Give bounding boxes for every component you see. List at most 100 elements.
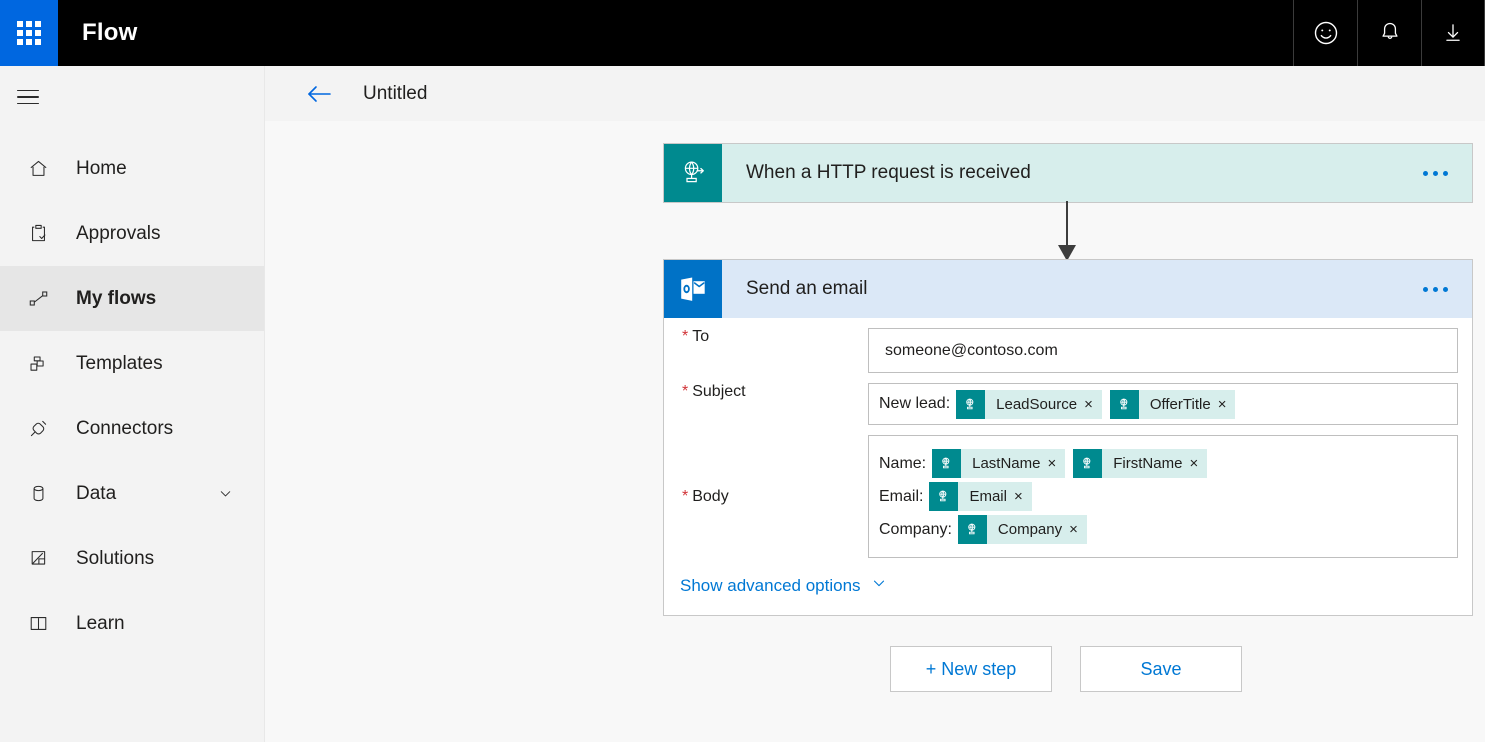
download-icon (1440, 20, 1466, 46)
flow-designer-canvas: When a HTTP request is received (265, 121, 1485, 742)
subject-label-text: Subject (692, 383, 745, 401)
designer-footer-buttons: + New step Save (890, 646, 1242, 692)
top-app-bar: Flow (0, 0, 1485, 66)
sidebar-item-my-flows[interactable]: My flows (0, 266, 264, 331)
hamburger-icon (17, 85, 39, 110)
subject-prefix-text: New lead: (879, 395, 950, 413)
sidebar-item-label: Home (60, 158, 127, 180)
new-step-button[interactable]: + New step (890, 646, 1052, 692)
token-remove-icon[interactable]: × (1218, 396, 1236, 413)
home-icon (16, 157, 60, 180)
action-card-title: Send an email (722, 260, 1423, 318)
trigger-card[interactable]: When a HTTP request is received (663, 143, 1473, 203)
action-card[interactable]: Send an email * To someone@contoso.com (663, 259, 1473, 616)
body-field-label: * Body (678, 488, 868, 506)
field-row-body: * Body Name: L (664, 435, 1472, 558)
connector-plug-icon (16, 417, 60, 440)
solutions-icon (16, 547, 60, 570)
token-remove-icon[interactable]: × (1014, 488, 1032, 505)
sidebar-item-data[interactable]: Data (0, 461, 264, 526)
token-label: OfferTitle (1139, 396, 1218, 413)
dynamic-content-token[interactable]: LastName × (932, 449, 1065, 478)
appbar-spacer (137, 0, 1293, 66)
body-input[interactable]: Name: LastName × (868, 435, 1458, 558)
sidebar-item-solutions[interactable]: Solutions (0, 526, 264, 591)
sidebar-item-label: Approvals (60, 223, 161, 245)
required-marker: * (682, 489, 688, 505)
token-label: FirstName (1102, 455, 1189, 472)
sidebar-item-approvals[interactable]: Approvals (0, 201, 264, 266)
body-line: Email: Email × (879, 482, 1447, 511)
token-label: Email (958, 488, 1014, 505)
outlook-icon (664, 260, 722, 318)
flow-connector-arrow (1066, 201, 1068, 265)
book-icon (16, 612, 60, 635)
trigger-card-title: When a HTTP request is received (722, 144, 1423, 202)
notifications-button[interactable] (1357, 0, 1421, 66)
sidebar-item-label: Connectors (60, 418, 173, 440)
chevron-down-icon[interactable] (217, 485, 234, 502)
action-card-header[interactable]: Send an email (664, 260, 1472, 318)
http-token-icon (932, 449, 961, 478)
token-label: Company (987, 521, 1069, 538)
sidebar-item-label: Data (60, 483, 116, 505)
trigger-card-header[interactable]: When a HTTP request is received (664, 144, 1472, 202)
sidebar-item-learn[interactable]: Learn (0, 591, 264, 656)
hamburger-menu-button[interactable] (0, 66, 56, 128)
trigger-card-ellipsis-icon[interactable] (1423, 144, 1472, 202)
body-line-prefix: Company: (879, 521, 952, 539)
command-bar: Untitled (265, 66, 1485, 121)
subject-field-label: * Subject (678, 383, 868, 401)
templates-icon (16, 352, 60, 375)
action-card-body: * To someone@contoso.com * Subject New l… (664, 328, 1472, 615)
flow-name-title: Untitled (363, 83, 427, 105)
app-launcher-button[interactable] (0, 0, 58, 66)
database-icon (16, 482, 60, 505)
app-title: Flow (58, 0, 137, 66)
show-advanced-options-link[interactable]: Show advanced options (664, 558, 1472, 601)
sidebar-item-connectors[interactable]: Connectors (0, 396, 264, 461)
dynamic-content-token[interactable]: FirstName × (1073, 449, 1207, 478)
download-button[interactable] (1421, 0, 1485, 66)
sidebar-item-label: Templates (60, 353, 163, 375)
to-input[interactable]: someone@contoso.com (868, 328, 1458, 373)
feedback-smiley-icon (1312, 19, 1340, 47)
dynamic-content-token[interactable]: LeadSource × (956, 390, 1102, 419)
token-label: LeadSource (985, 396, 1084, 413)
feedback-button[interactable] (1293, 0, 1357, 66)
sidebar-item-label: Solutions (60, 548, 154, 570)
dynamic-content-token[interactable]: Email × (929, 482, 1031, 511)
dynamic-content-token[interactable]: OfferTitle × (1110, 390, 1236, 419)
to-label-text: To (692, 328, 709, 346)
http-token-icon (1110, 390, 1139, 419)
action-card-ellipsis-icon[interactable] (1423, 260, 1472, 318)
dynamic-content-token[interactable]: Company × (958, 515, 1087, 544)
field-row-subject: * Subject New lead: (664, 383, 1472, 425)
token-label: LastName (961, 455, 1047, 472)
http-request-icon (664, 144, 722, 202)
show-advanced-options-label: Show advanced options (680, 576, 861, 596)
sidebar: Home Approvals (0, 66, 265, 742)
app-launcher-icon (17, 21, 41, 45)
connector-line (1066, 201, 1068, 249)
body-line: Company: Company × (879, 515, 1447, 544)
save-button[interactable]: Save (1080, 646, 1242, 692)
token-remove-icon[interactable]: × (1048, 455, 1066, 472)
sidebar-item-label: My flows (60, 288, 156, 310)
field-row-to: * To someone@contoso.com (664, 328, 1472, 373)
http-token-icon (1073, 449, 1102, 478)
sidebar-item-home[interactable]: Home (0, 136, 264, 201)
back-arrow-icon[interactable] (305, 82, 333, 106)
subject-input[interactable]: New lead: LeadSource (868, 383, 1458, 425)
sidebar-nav: Home Approvals (0, 136, 264, 656)
body-label-text: Body (692, 488, 728, 506)
token-remove-icon[interactable]: × (1069, 521, 1087, 538)
token-remove-icon[interactable]: × (1189, 455, 1207, 472)
sidebar-item-label: Learn (60, 613, 125, 635)
chevron-down-icon (870, 574, 888, 597)
body-line-prefix: Name: (879, 455, 926, 473)
token-remove-icon[interactable]: × (1084, 396, 1102, 413)
sidebar-item-templates[interactable]: Templates (0, 331, 264, 396)
to-input-value: someone@contoso.com (885, 342, 1058, 360)
http-token-icon (958, 515, 987, 544)
